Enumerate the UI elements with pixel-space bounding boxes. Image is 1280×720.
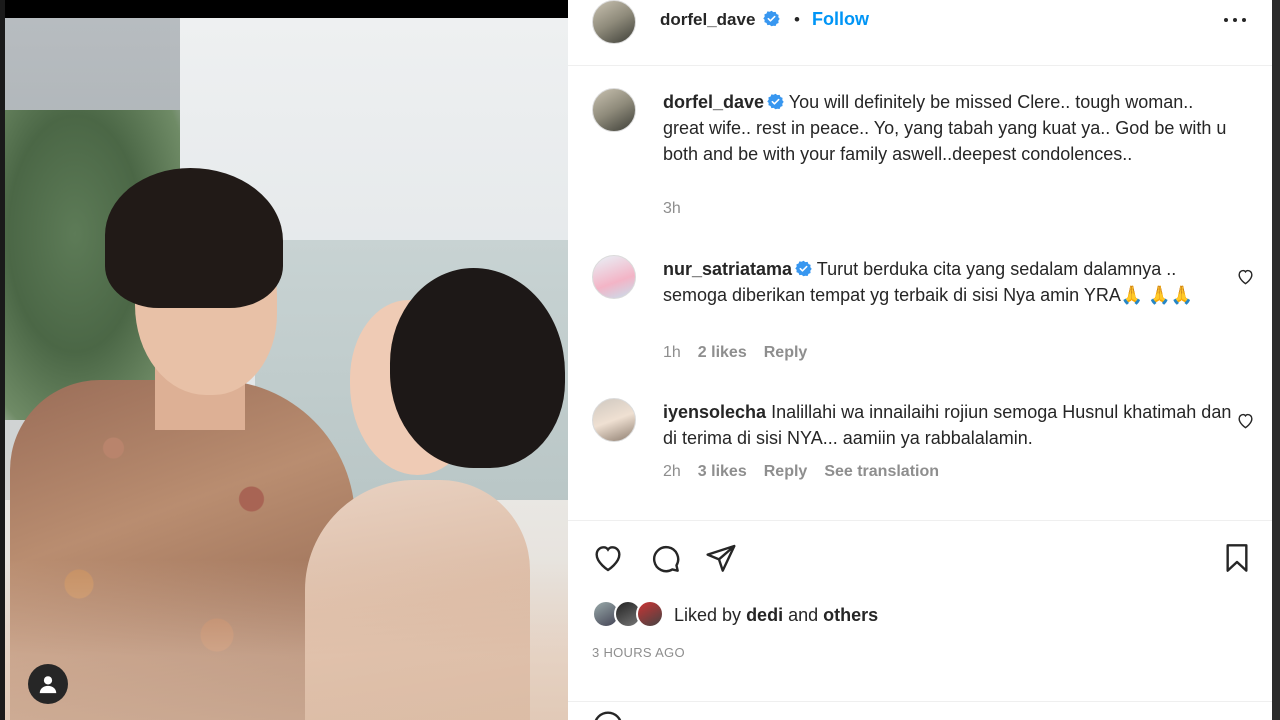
author-username[interactable]: dorfel_dave [660, 10, 780, 30]
user-tag-button[interactable] [28, 664, 68, 704]
liked-by-text: Liked by dedi and others [674, 605, 878, 626]
emoji-icon[interactable] [592, 710, 624, 720]
avatar[interactable] [592, 0, 636, 44]
comment-username[interactable]: dorfel_dave [663, 92, 764, 112]
post-actions: Liked by dedi and others 3 HOURS AGO [568, 520, 1272, 720]
avatar [636, 600, 664, 628]
follow-button[interactable]: Follow [812, 9, 869, 30]
verified-badge-icon [795, 260, 812, 277]
verified-badge-icon [763, 10, 780, 27]
verified-badge-icon [767, 93, 784, 110]
comment-meta: 3h [663, 200, 681, 218]
reply-button[interactable]: Reply [764, 463, 808, 481]
photo-blur [5, 560, 568, 720]
post-timestamp[interactable]: 3 HOURS AGO [592, 645, 685, 660]
comment-time[interactable]: 1h [663, 344, 681, 362]
comment-username[interactable]: iyensolecha [663, 402, 766, 422]
avatar[interactable] [592, 398, 636, 442]
comment-body: nur_satriatama Turut berduka cita yang s… [663, 256, 1233, 308]
comment-meta: 1h 2 likes Reply [663, 344, 807, 362]
liker-avatars[interactable] [592, 600, 664, 630]
user-icon [39, 676, 57, 694]
post-header: dorfel_dave • Follow [568, 0, 1272, 66]
comment-bubble-icon[interactable] [649, 542, 681, 574]
man-hair [105, 168, 283, 308]
comment-time[interactable]: 2h [663, 463, 681, 481]
like-heart-icon[interactable] [592, 542, 624, 574]
author-username-text[interactable]: dorfel_dave [660, 10, 755, 29]
page-edge [1272, 0, 1280, 720]
post-image[interactable] [5, 0, 568, 720]
liked-by-user[interactable]: dedi [746, 605, 783, 625]
share-paper-plane-icon[interactable] [705, 542, 737, 574]
liked-by-prefix: Liked by [674, 605, 742, 625]
comment-meta: 2h 3 likes Reply See translation [663, 463, 939, 481]
see-translation-button[interactable]: See translation [824, 463, 939, 481]
liked-by-others[interactable]: others [823, 605, 878, 625]
avatar[interactable] [592, 88, 636, 132]
avatar[interactable] [592, 255, 636, 299]
like-comment-heart-icon[interactable] [1236, 267, 1255, 286]
more-options-icon[interactable] [1222, 10, 1248, 30]
comment-username[interactable]: nur_satriatama [663, 259, 792, 279]
add-comment-bar [568, 701, 1272, 720]
comment-likes[interactable]: 3 likes [698, 463, 747, 481]
like-comment-heart-icon[interactable] [1236, 411, 1255, 430]
post-panel: dorfel_dave • Follow dorfel_dave You wil… [568, 0, 1272, 720]
reply-button[interactable]: Reply [764, 344, 808, 362]
top-bar [5, 0, 568, 18]
comment-body: iyensolecha Inalillahi wa innailaihi roj… [663, 399, 1233, 451]
comment-likes[interactable]: 2 likes [698, 344, 747, 362]
liked-by-and: and [788, 605, 819, 625]
comment-body: dorfel_dave You will definitely be misse… [663, 89, 1233, 167]
save-bookmark-icon[interactable] [1221, 542, 1253, 574]
separator-dot: • [794, 10, 800, 29]
comment-time[interactable]: 3h [663, 200, 681, 218]
